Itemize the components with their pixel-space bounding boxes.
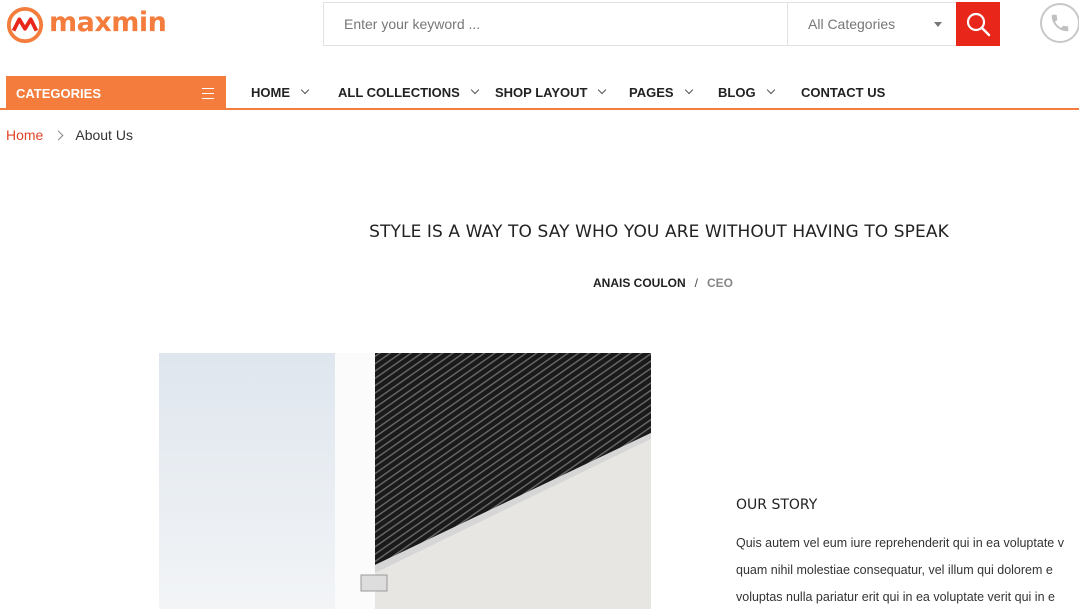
logo[interactable]: maxmin [6,6,167,44]
nav-item-label: BLOG [718,84,756,100]
nav-item-label: CONTACT US [801,84,886,100]
category-select[interactable]: All Categories [787,3,956,45]
nav-item-all-collections[interactable]: ALL COLLECTIONS [338,76,480,108]
search-input[interactable] [324,3,787,45]
quote-author: ANAIS COULON / CEO [593,276,733,290]
story-text-line: voluptas nulla pariatur erit qui in ea v… [736,590,1055,604]
nav-item-shop-layout[interactable]: SHOP LAYOUT [495,76,607,108]
chevron-down-icon [470,85,480,94]
main-nav: CATEGORIES HOME ALL COLLECTIONS SHOP LAY… [0,76,1079,110]
chevron-down-icon [300,85,310,94]
author-role: CEO [707,276,734,290]
story-text-line: Quis autem vel eum iure reprehenderit qu… [736,536,1064,550]
author-name: ANAIS COULON [593,276,686,290]
breadcrumb-home-link[interactable]: Home [6,127,43,143]
chevron-down-icon [766,85,775,94]
menu-icon [202,88,214,103]
about-image [159,353,651,609]
author-separator: / [694,276,699,290]
chevron-right-icon [53,130,64,140]
phone-button[interactable] [1040,3,1079,43]
search-icon [966,12,991,37]
phone-icon [1051,14,1069,32]
nav-item-blog[interactable]: BLOG [718,76,775,108]
breadcrumb-current: About Us [75,127,133,143]
nav-item-pages[interactable]: PAGES [629,76,693,108]
story-text-line: quam nihil molestiae consequatur, vel il… [736,563,1053,577]
caret-down-icon [934,22,942,27]
nav-item-label: SHOP LAYOUT [495,84,588,100]
nav-item-label: HOME [251,84,290,100]
category-select-value: All Categories [808,16,896,32]
breadcrumb: Home About Us [6,127,133,143]
chevron-down-icon [598,85,607,94]
categories-label: CATEGORIES [16,85,101,101]
nav-item-contact-us[interactable]: CONTACT US [801,76,885,108]
search-bar: All Categories [323,2,1000,46]
chevron-down-icon [684,85,693,94]
nav-item-home[interactable]: HOME [251,76,310,108]
categories-button[interactable]: CATEGORIES [6,76,226,110]
quote-text: STYLE IS A WAY TO SAY WHO YOU ARE WITHOU… [369,222,949,242]
nav-item-label: PAGES [629,84,674,100]
nav-item-label: ALL COLLECTIONS [338,84,460,100]
search-button[interactable] [956,2,1000,46]
logo-text: maxmin [49,6,167,38]
logo-mark-icon [6,6,44,44]
story-title: OUR STORY [736,497,818,513]
